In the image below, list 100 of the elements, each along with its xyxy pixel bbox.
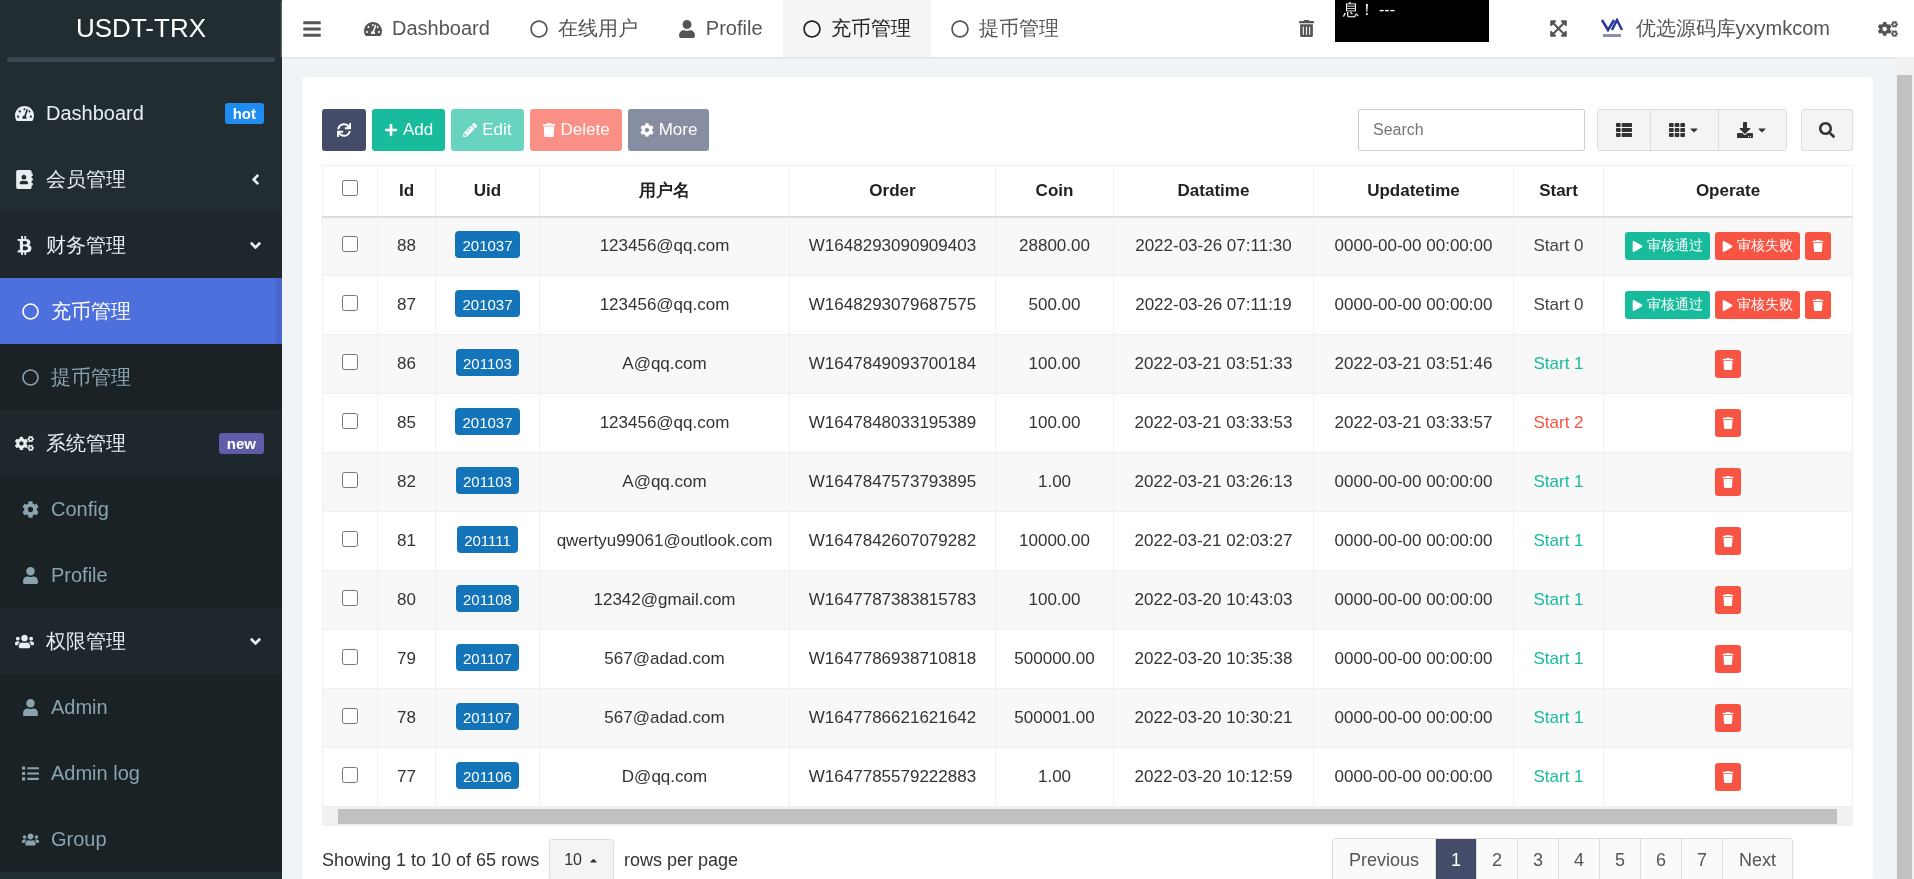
uid-badge: 201107 [456, 644, 519, 671]
nav-tab[interactable]: 充币管理 [782, 0, 931, 57]
grid-icon [1669, 122, 1685, 138]
table-cell: 2022-03-20 10:12:59 [1113, 747, 1314, 807]
table-cell: W1647785579222883 [789, 747, 996, 807]
delete-button[interactable] [1715, 704, 1741, 732]
page-button[interactable]: 4 [1559, 839, 1600, 879]
sidebar-item[interactable]: Group [0, 806, 282, 872]
sidebar-item[interactable]: 权限管理 [0, 608, 282, 674]
gear-icon [22, 500, 39, 518]
table-cell: W1647786938710818 [789, 629, 996, 689]
table-cell: W1647847573793895 [789, 452, 996, 512]
table-cell: W1647849093700184 [789, 334, 996, 394]
nav-tab[interactable]: Dashboard [344, 0, 510, 57]
search-field[interactable]: Search [1358, 109, 1585, 151]
row-checkbox[interactable] [342, 235, 358, 252]
uid-badge: 201107 [456, 703, 519, 730]
refresh-button[interactable] [322, 109, 366, 151]
uid-badge: 201111 [457, 526, 518, 553]
delete-button[interactable] [1715, 409, 1741, 437]
row-checkbox[interactable] [342, 294, 358, 311]
table-cell: W1647786621621642 [789, 688, 996, 748]
page-button[interactable]: 3 [1518, 839, 1559, 879]
table-cell: 2022-03-21 03:26:13 [1113, 452, 1314, 512]
nav-tab[interactable]: Profile [657, 0, 783, 57]
trash-icon [1812, 240, 1824, 253]
row-checkbox[interactable] [342, 412, 358, 429]
row-checkbox[interactable] [342, 471, 358, 488]
status-text: Start 1 [1513, 747, 1604, 807]
table-cell: 0000-00-00 00:00:00 [1313, 452, 1514, 512]
toggle-view-button[interactable] [1598, 110, 1651, 150]
delete-button[interactable] [1715, 586, 1741, 614]
page-button[interactable]: 6 [1641, 839, 1682, 879]
notice-text: 息！ --- [1334, 0, 1489, 42]
logo-icon [1599, 17, 1624, 40]
sidebar-item[interactable]: Admin log [0, 740, 282, 806]
delete-button[interactable] [1805, 232, 1831, 261]
vertical-scrollbar[interactable] [1895, 57, 1914, 879]
dashboard-icon [364, 19, 382, 38]
page-button[interactable]: 1 [1436, 839, 1477, 879]
delete-button[interactable] [1715, 527, 1741, 555]
select-all-checkbox[interactable] [342, 180, 358, 197]
site-name[interactable]: 优选源码库yxymkcom [1623, 15, 1858, 42]
status-text: Start 1 [1513, 688, 1604, 748]
sidebar-item[interactable]: 系统管理 new [0, 410, 282, 476]
next-page-button[interactable]: Next [1723, 839, 1792, 879]
row-checkbox[interactable] [342, 766, 358, 783]
table-cell: 500001.00 [995, 688, 1114, 748]
table-cell: 500000.00 [995, 629, 1114, 689]
trash-icon [1722, 358, 1734, 370]
table-cell: 79 [377, 629, 436, 689]
page-button[interactable]: 2 [1477, 839, 1518, 879]
previous-page-button[interactable]: Previous [1332, 839, 1436, 879]
table-cell: 100.00 [995, 393, 1114, 453]
delete-button[interactable] [1715, 763, 1741, 791]
table-cell: 100.00 [995, 334, 1114, 394]
nav-tab[interactable]: 提币管理 [930, 0, 1079, 57]
sidebar-item[interactable]: Admin [0, 674, 282, 740]
sidebar-item[interactable]: 提币管理 [0, 344, 282, 410]
delete-button[interactable] [1805, 291, 1831, 319]
row-checkbox[interactable] [342, 353, 358, 370]
list-icon [1616, 122, 1632, 138]
delete-button[interactable] [1715, 468, 1741, 496]
delete-button[interactable] [1715, 645, 1741, 673]
table-cell: 2022-03-20 10:30:21 [1113, 688, 1314, 748]
table-cell: 86 [377, 334, 436, 394]
page-size-label: rows per page [623, 849, 738, 871]
delete-button[interactable] [1715, 350, 1741, 378]
user-icon [22, 698, 39, 716]
status-text: Start 0 [1513, 275, 1604, 335]
table-cell: 81 [377, 511, 436, 571]
column-header: Datatime [1113, 165, 1314, 217]
page-size-dropdown[interactable]: 10 [549, 839, 614, 879]
column-header: Start [1513, 165, 1604, 217]
sidebar-item[interactable]: 财务管理 [0, 212, 282, 278]
table-cell: W1648293079687575 [789, 275, 996, 335]
table-cell: 28800.00 [995, 216, 1114, 276]
columns-button[interactable] [1651, 110, 1719, 150]
uid-badge: 201103 [456, 467, 519, 494]
nav-tab[interactable]: 在线用户 [509, 0, 658, 57]
play-icon [1632, 299, 1643, 311]
sidebar-item[interactable]: Config [0, 476, 282, 542]
row-checkbox[interactable] [342, 648, 358, 665]
row-checkbox[interactable] [342, 530, 358, 547]
page-button[interactable]: 5 [1600, 839, 1641, 879]
sidebar-item[interactable]: 充币管理 [0, 278, 282, 344]
row-checkbox[interactable] [342, 589, 358, 606]
uid-badge: 201037 [455, 231, 520, 259]
page-button[interactable]: 7 [1682, 839, 1723, 879]
table-cell: 2022-03-21 03:33:57 [1313, 393, 1514, 453]
row-checkbox[interactable] [342, 707, 358, 724]
search-button[interactable] [1801, 109, 1853, 151]
column-header: Operate [1603, 165, 1853, 217]
export-button[interactable] [1719, 110, 1786, 150]
gear-icon [639, 123, 654, 137]
horizontal-scrollbar[interactable] [322, 807, 1853, 826]
trash-icon [1722, 417, 1734, 429]
sidebar-item[interactable]: Profile [0, 542, 282, 608]
search-icon [1819, 122, 1835, 138]
table-cell: 0000-00-00 00:00:00 [1313, 216, 1514, 276]
